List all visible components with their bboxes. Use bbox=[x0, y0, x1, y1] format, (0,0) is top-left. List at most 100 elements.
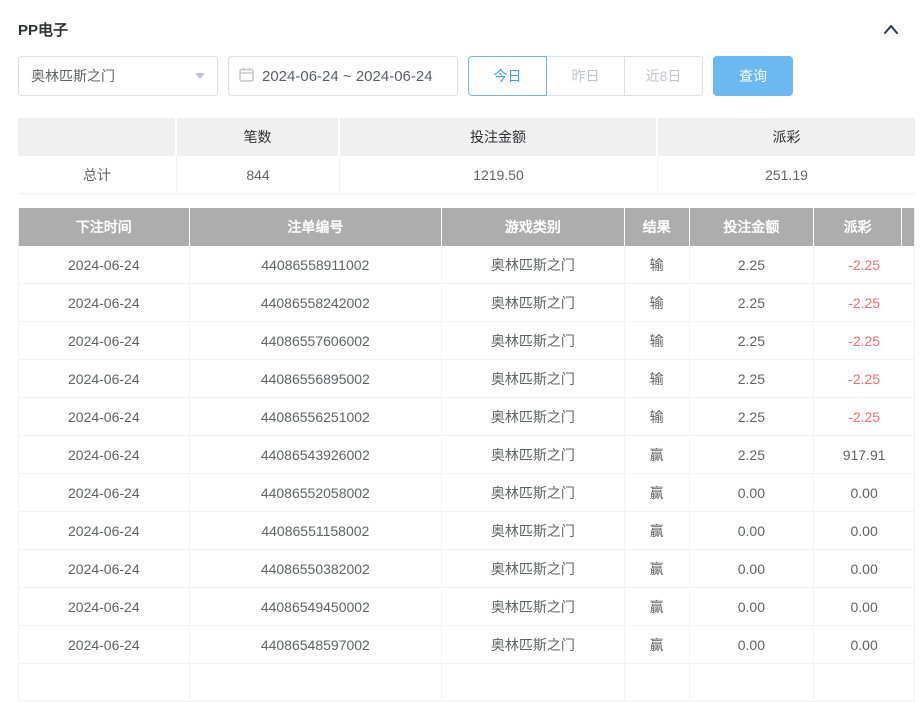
chevron-down-icon bbox=[195, 73, 205, 79]
game-select[interactable]: 奥林匹斯之门 bbox=[18, 56, 218, 96]
cell-payout: -2.25 bbox=[814, 284, 914, 321]
cell-payout: 0.00 bbox=[814, 512, 914, 549]
summary-total-label: 总计 bbox=[18, 156, 177, 193]
summary-header-blank bbox=[18, 118, 177, 156]
summary-total-bet-amount: 1219.50 bbox=[340, 156, 658, 193]
cell-payout: 0.00 bbox=[814, 550, 914, 587]
cell-result: 输 bbox=[625, 284, 690, 321]
date-range-value: 2024-06-24 ~ 2024-06-24 bbox=[262, 68, 433, 85]
header-gutter bbox=[902, 208, 914, 246]
cell-game-type: 奥林匹斯之门 bbox=[442, 436, 625, 473]
cell-result: 赢 bbox=[625, 436, 690, 473]
cell-payout: -2.25 bbox=[814, 360, 914, 397]
cell-bet-amount: 2.25 bbox=[690, 322, 815, 359]
collapse-button[interactable] bbox=[879, 20, 903, 38]
table-row: 2024-06-2444086552058002奥林匹斯之门赢0.000.00 bbox=[19, 474, 914, 512]
cell-order-id: 44086549450002 bbox=[190, 588, 442, 625]
table-row: 2024-06-2444086543926002奥林匹斯之门赢2.25917.9… bbox=[19, 436, 914, 474]
header-result: 结果 bbox=[625, 208, 690, 246]
table-row: 2024-06-2444086549450002奥林匹斯之门赢0.000.00 bbox=[19, 588, 914, 626]
table-row-partial bbox=[19, 664, 914, 702]
cell-payout: 0.00 bbox=[814, 588, 914, 625]
date-range-input[interactable]: 2024-06-24 ~ 2024-06-24 bbox=[228, 56, 458, 96]
bet-table-body: 2024-06-2444086558911002奥林匹斯之门输2.25-2.25… bbox=[19, 246, 914, 702]
last-8-days-button[interactable]: 近8日 bbox=[624, 56, 703, 96]
table-row: 2024-06-2444086556895002奥林匹斯之门输2.25-2.25 bbox=[19, 360, 914, 398]
header-bet-time: 下注时间 bbox=[19, 208, 190, 246]
cell-empty bbox=[190, 664, 442, 701]
cell-result: 赢 bbox=[625, 550, 690, 587]
cell-bet-time: 2024-06-24 bbox=[19, 550, 190, 587]
cell-result: 赢 bbox=[625, 474, 690, 511]
table-row: 2024-06-2444086558242002奥林匹斯之门输2.25-2.25 bbox=[19, 284, 914, 322]
table-row: 2024-06-2444086551158002奥林匹斯之门赢0.000.00 bbox=[19, 512, 914, 550]
cell-game-type: 奥林匹斯之门 bbox=[442, 626, 625, 663]
yesterday-button[interactable]: 昨日 bbox=[546, 56, 625, 96]
header-bet-amount: 投注金额 bbox=[690, 208, 815, 246]
table-row: 2024-06-2444086557606002奥林匹斯之门输2.25-2.25 bbox=[19, 322, 914, 360]
cell-result: 赢 bbox=[625, 588, 690, 625]
cell-empty bbox=[690, 664, 815, 701]
cell-order-id: 44086557606002 bbox=[190, 322, 442, 359]
cell-payout: -2.25 bbox=[814, 246, 914, 283]
calendar-icon bbox=[239, 67, 254, 85]
cell-bet-time: 2024-06-24 bbox=[19, 398, 190, 435]
today-button[interactable]: 今日 bbox=[468, 56, 547, 96]
cell-game-type: 奥林匹斯之门 bbox=[442, 360, 625, 397]
cell-result: 赢 bbox=[625, 626, 690, 663]
cell-bet-time: 2024-06-24 bbox=[19, 360, 190, 397]
cell-game-type: 奥林匹斯之门 bbox=[442, 246, 625, 283]
cell-game-type: 奥林匹斯之门 bbox=[442, 550, 625, 587]
summary-header-payout: 派彩 bbox=[658, 118, 915, 156]
cell-order-id: 44086551158002 bbox=[190, 512, 442, 549]
cell-payout: 0.00 bbox=[814, 626, 914, 663]
table-row: 2024-06-2444086556251002奥林匹斯之门输2.25-2.25 bbox=[19, 398, 914, 436]
summary-total-count: 844 bbox=[177, 156, 340, 193]
cell-bet-amount: 0.00 bbox=[690, 512, 815, 549]
cell-empty bbox=[19, 664, 190, 701]
cell-order-id: 44086552058002 bbox=[190, 474, 442, 511]
cell-result: 输 bbox=[625, 246, 690, 283]
cell-order-id: 44086556895002 bbox=[190, 360, 442, 397]
summary-header-count: 笔数 bbox=[177, 118, 340, 156]
table-row: 2024-06-2444086550382002奥林匹斯之门赢0.000.00 bbox=[19, 550, 914, 588]
summary-table: 笔数 投注金额 派彩 总计 844 1219.50 251.19 bbox=[18, 118, 915, 194]
search-button[interactable]: 查询 bbox=[713, 56, 793, 96]
cell-payout: 917.91 bbox=[814, 436, 914, 473]
cell-empty bbox=[625, 664, 690, 701]
cell-result: 输 bbox=[625, 360, 690, 397]
cell-game-type: 奥林匹斯之门 bbox=[442, 588, 625, 625]
cell-game-type: 奥林匹斯之门 bbox=[442, 284, 625, 321]
header-game-type: 游戏类别 bbox=[442, 208, 625, 246]
cell-bet-time: 2024-06-24 bbox=[19, 436, 190, 473]
cell-bet-amount: 2.25 bbox=[690, 436, 815, 473]
chevron-up-icon bbox=[883, 21, 899, 37]
header-payout: 派彩 bbox=[814, 208, 902, 246]
cell-order-id: 44086556251002 bbox=[190, 398, 442, 435]
cell-bet-amount: 2.25 bbox=[690, 398, 815, 435]
cell-bet-amount: 0.00 bbox=[690, 550, 815, 587]
cell-bet-amount: 0.00 bbox=[690, 474, 815, 511]
summary-header-bet-amount: 投注金额 bbox=[340, 118, 658, 156]
cell-bet-amount: 2.25 bbox=[690, 246, 815, 283]
bet-table-header-row: 下注时间 注单编号 游戏类别 结果 投注金额 派彩 bbox=[19, 208, 914, 246]
cell-bet-time: 2024-06-24 bbox=[19, 284, 190, 321]
cell-bet-amount: 2.25 bbox=[690, 284, 815, 321]
filter-bar: 奥林匹斯之门 2024-06-24 ~ 2024-06-24 今日 昨日 近8日… bbox=[18, 56, 903, 96]
cell-bet-time: 2024-06-24 bbox=[19, 246, 190, 283]
cell-result: 输 bbox=[625, 322, 690, 359]
cell-bet-amount: 2.25 bbox=[690, 360, 815, 397]
cell-payout: 0.00 bbox=[814, 474, 914, 511]
cell-empty bbox=[442, 664, 625, 701]
game-select-value: 奥林匹斯之门 bbox=[31, 66, 115, 86]
cell-bet-time: 2024-06-24 bbox=[19, 474, 190, 511]
cell-bet-time: 2024-06-24 bbox=[19, 588, 190, 625]
table-row: 2024-06-2444086548597002奥林匹斯之门赢0.000.00 bbox=[19, 626, 914, 664]
bet-table: 下注时间 注单编号 游戏类别 结果 投注金额 派彩 2024-06-244408… bbox=[18, 208, 915, 702]
cell-game-type: 奥林匹斯之门 bbox=[442, 398, 625, 435]
cell-order-id: 44086543926002 bbox=[190, 436, 442, 473]
cell-result: 赢 bbox=[625, 512, 690, 549]
cell-bet-amount: 0.00 bbox=[690, 626, 815, 663]
table-row: 2024-06-2444086558911002奥林匹斯之门输2.25-2.25 bbox=[19, 246, 914, 284]
cell-payout: -2.25 bbox=[814, 322, 914, 359]
